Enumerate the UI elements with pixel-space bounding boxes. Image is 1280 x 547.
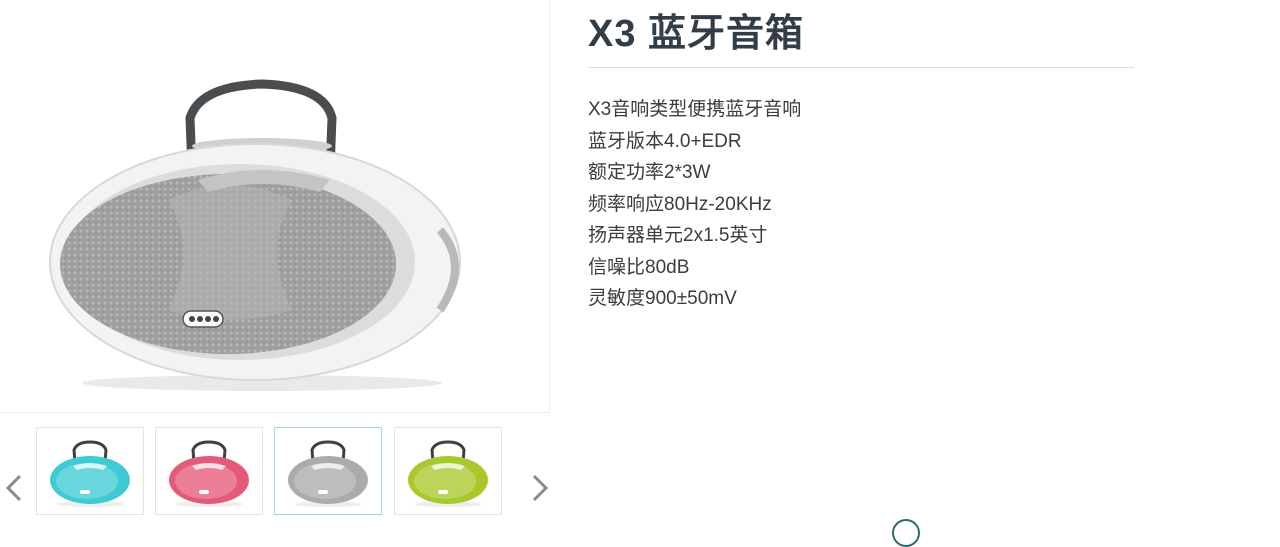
thumbnail-gray[interactable] [274,427,382,515]
spec-item: 频率响应80Hz-20KHz [588,193,772,215]
thumbnail-pink[interactable] [155,427,263,515]
thumbnail-speaker-image [50,440,130,507]
thumbnail-cyan[interactable] [36,427,144,515]
thumbnail-speaker-image [169,440,249,507]
title-divider [588,67,1134,68]
spec-item: X3音响类型便携蓝牙音响 [588,99,802,120]
chevron-left-icon [5,474,22,502]
spec-item: 蓝牙版本4.0+EDR [588,130,742,152]
main-product-image [0,0,550,413]
prev-thumbnail-button[interactable] [0,468,28,508]
floating-badge-icon[interactable] [892,519,920,547]
spec-item: 灵敏度900±50mV [588,288,737,309]
spec-item: 扬声器单元2x1.5英寸 [588,225,768,246]
spec-item: 额定功率2*3W [588,162,711,183]
chevron-right-icon [532,474,549,502]
thumbnail-lime[interactable] [394,427,502,515]
next-thumbnail-button[interactable] [526,468,554,508]
spec-item: 信噪比80dB [588,256,690,278]
thumbnail-speaker-image [288,440,368,507]
thumbnail-strip [0,413,560,526]
thumbnail-speaker-image [408,440,488,507]
product-title: X3 蓝牙音箱 [588,13,805,55]
speaker-image [49,79,461,391]
spec-list: X3音响类型便携蓝牙音响 蓝牙版本4.0+EDR 额定功率2*3W 频率响应80… [588,94,801,315]
